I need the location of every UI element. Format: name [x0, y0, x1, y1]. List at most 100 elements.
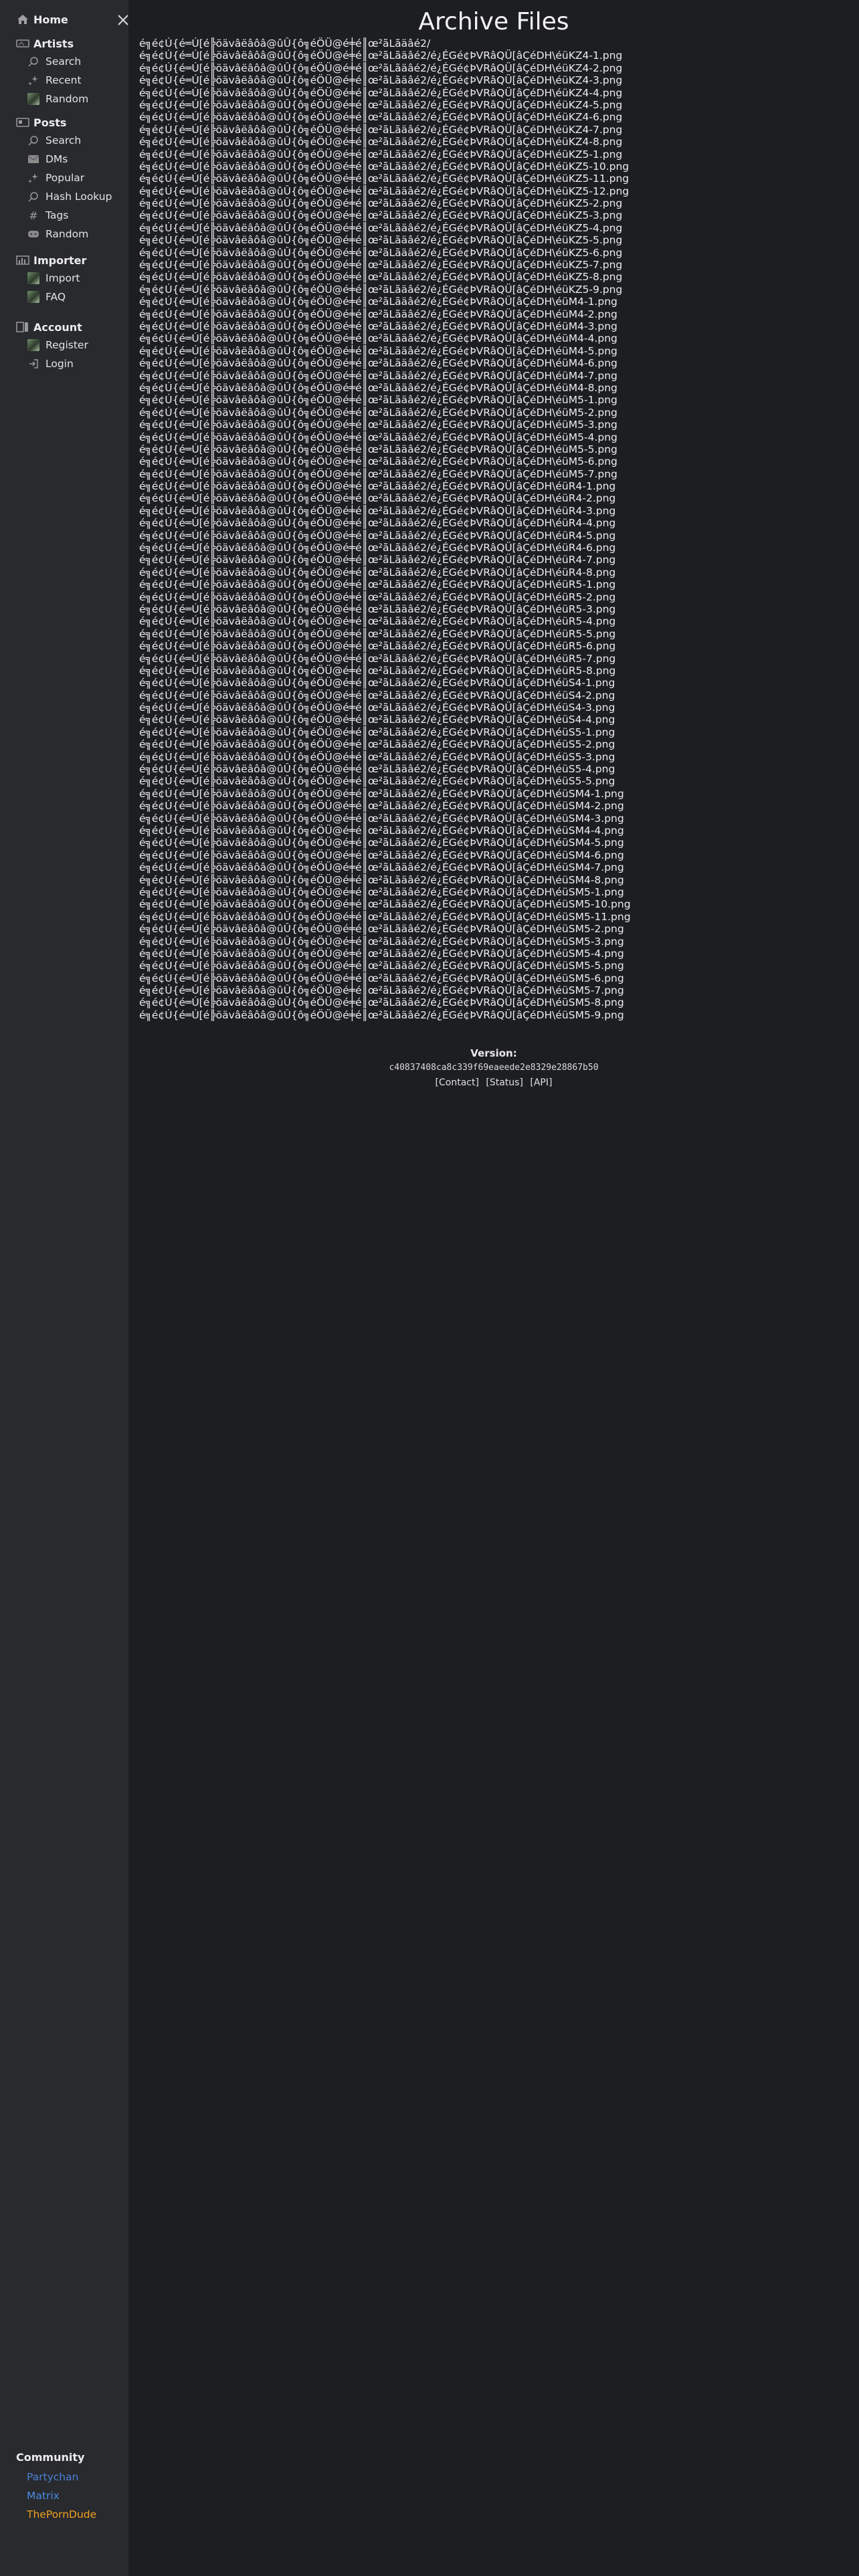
file-list-item: é╗é¢Ú{é═Ú[é╠öävâëâôâ@ûÛ{ô╗éÖÜ@é╪é║œ²ãLãä…: [139, 677, 615, 689]
file-list-item: é╗é¢Ú{é═Ú[é╠öävâëâôâ@ûÛ{ô╗éÖÜ@é╪é║œ²ãLãä…: [139, 431, 617, 443]
file-list-item: é╗é¢Ú{é═Ú[é╠öävâëâôâ@ûÛ{ô╗éÖÜ@é╪é║œ²ãLãä…: [139, 455, 617, 468]
section-header-posts: Posts: [0, 114, 128, 131]
close-icon[interactable]: [116, 13, 130, 27]
sidebar-item-importer-faq[interactable]: FAQ: [0, 288, 128, 306]
file-list-item: é╗é¢Ú{é═Ú[é╠öävâëâôâ@ûÛ{ô╗éÖÜ@é╪é║œ²ãLãä…: [139, 984, 624, 997]
posts-icon: [16, 117, 29, 128]
file-list-item: é╗é¢Ú{é═Ú[é╠öävâëâôâ@ûÛ{ô╗éÖÜ@é╪é║œ²ãLãä…: [139, 554, 616, 566]
file-list-item: é╗é¢Ú{é═Ú[é╠öävâëâôâ@ûÛ{ô╗éÖÜ@é╪é║œ²ãLãä…: [139, 381, 617, 394]
sidebar: Home Artists Search Recent Random Posts …: [0, 0, 128, 2576]
importer-icon: [16, 255, 29, 265]
file-list-item: é╗é¢Ú{é═Ú[é╠öävâëâôâ@ûÛ{ô╗éÖÜ@é╪é║œ²ãLãä…: [139, 812, 624, 825]
file-list-item: é╗é¢Ú{é═Ú[é╠öävâëâôâ@ûÛ{ô╗éÖÜ@é╪é║œ²ãLãä…: [139, 898, 631, 911]
community-link-theporndude[interactable]: ThePornDude: [0, 2505, 128, 2524]
sidebar-item-posts-dms[interactable]: DMs: [0, 150, 128, 169]
sidebar-item-account-register[interactable]: Register: [0, 336, 128, 354]
sidebar-item-artists-recent[interactable]: Recent: [0, 71, 128, 90]
file-list-item: é╗é¢Ú{é═Ú[é╠öävâëâôâ@ûÛ{ô╗éÖÜ@é╪é║œ²ãLãä…: [139, 443, 617, 455]
file-list-item: é╗é¢Ú{é═Ú[é╠öävâëâôâ@ûÛ{ô╗éÖÜ@é╪é║œ²ãLãä…: [139, 591, 616, 603]
sidebar-home[interactable]: Home: [0, 11, 145, 28]
sidebar-item-account-login[interactable]: Login: [0, 354, 128, 373]
version-hash: c40837408ca8c339f69eaeede2e8329e28867b50: [389, 1063, 599, 1073]
file-list-item: é╗é¢Ú{é═Ú[é╠öävâëâôâ@ûÛ{ô╗éÖÜ@é╪é║œ²ãLãä…: [139, 800, 624, 813]
account-icon: [16, 322, 29, 332]
file-list-item: é╗é¢Ú{é═Ú[é╠öävâëâôâ@ûÛ{ô╗éÖÜ@é╪é║œ²ãLãä…: [139, 406, 617, 419]
file-list-item: é╗é¢Ú{é═Ú[é╠öävâëâôâ@ûÛ{ô╗éÖÜ@é╪é║œ²ãLãä…: [139, 283, 623, 296]
file-list-item: é╗é¢Ú{é═Ú[é╠öävâëâôâ@ûÛ{ô╗éÖÜ@é╪é║œ²ãLãä…: [139, 726, 615, 738]
file-list-item: é╗é¢Ú{é═Ú[é╠öävâëâôâ@ûÛ{ô╗éÖÜ@é╪é║œ²ãLãä…: [139, 49, 623, 62]
file-list-item: é╗é¢Ú{é═Ú[é╠öävâëâôâ@ûÛ{ô╗éÖÜ@é╪é║œ²ãLãä…: [139, 935, 624, 948]
file-list-item: é╗é¢Ú{é═Ú[é╠öävâëâôâ@ûÛ{ô╗éÖÜ@é╪é║œ²ãLãä…: [139, 98, 623, 111]
sidebar-item-posts-popular[interactable]: Popular: [0, 169, 128, 187]
file-list-item: é╗é¢Ú{é═Ú[é╠öävâëâôâ@ûÛ{ô╗éÖÜ@é╪é║œ²ãLãä…: [139, 566, 616, 578]
file-list-item: é╗é¢Ú{é═Ú[é╠öävâëâôâ@ûÛ{ô╗éÖÜ@é╪é║œ²ãLãä…: [139, 234, 623, 247]
sidebar-item-posts-tags[interactable]: # Tags: [0, 206, 128, 225]
file-list-item: é╗é¢Ú{é═Ú[é╠öävâëâôâ@ûÛ{ô╗éÖÜ@é╪é║œ²ãLãä…: [139, 123, 623, 136]
file-list-item: é╗é¢Ú{é═Ú[é╠öävâëâôâ@ûÛ{ô╗éÖÜ@é╪é║œ²ãLãä…: [139, 160, 630, 173]
section-header-importer: Importer: [0, 251, 128, 269]
image-thumb-icon: [27, 272, 40, 284]
file-list-item: é╗é¢Ú{é═Ú[é╠öävâëâôâ@ûÛ{ô╗éÖÜ@é╪é║œ²ãLãä…: [139, 615, 616, 628]
file-list-item: é╗é¢Ú{é═Ú[é╠öävâëâôâ@ûÛ{ô╗éÖÜ@é╪é║œ²ãLãä…: [139, 542, 616, 554]
file-list-item: é╗é¢Ú{é═Ú[é╠öävâëâôâ@ûÛ{ô╗éÖÜ@é╪é║œ²ãLãä…: [139, 197, 623, 210]
artist-icon: [16, 38, 29, 49]
footer-link-contact[interactable]: [Contact]: [436, 1077, 479, 1088]
sidebar-item-artists-search[interactable]: Search: [0, 52, 128, 71]
file-list-item: é╗é¢Ú{é═Ú[é╠öävâëâôâ@ûÛ{ô╗éÖÜ@é╪é║œ²ãLãä…: [139, 652, 616, 665]
file-list-item: é╗é¢Ú{é═Ú[é╠öävâëâôâ@ûÛ{ô╗éÖÜ@é╪é║œ²ãLãä…: [139, 259, 623, 272]
file-list-item: é╗é¢Ú{é═Ú[é╠öävâëâôâ@ûÛ{ô╗éÖÜ@é╪é║œ²ãLãä…: [139, 357, 617, 370]
file-list-item: é╗é¢Ú{é═Ú[é╠öävâëâôâ@ûÛ{ô╗éÖÜ@é╪é║œ²ãLãä…: [139, 209, 623, 222]
sidebar-item-posts-random[interactable]: Random: [0, 225, 128, 243]
file-list-item: é╗é¢Ú{é═Ú[é╠öävâëâôâ@ûÛ{ô╗éÖÜ@é╪é║œ²ãLãä…: [139, 86, 623, 99]
sidebar-section-posts: Posts Search DMs Popular Hash Lookup # T…: [0, 114, 128, 243]
footer-link-api[interactable]: [API]: [530, 1077, 552, 1088]
community-link-matrix[interactable]: Matrix: [0, 2486, 128, 2505]
home-icon: [16, 14, 29, 25]
image-thumb-icon: [27, 339, 40, 351]
community-section: Community Partychan Matrix ThePornDude: [0, 2448, 128, 2524]
file-list-item: é╗é¢Ú{é═Ú[é╠öävâëâôâ@ûÛ{ô╗éÖÜ@é╪é║œ²ãLãä…: [139, 763, 615, 776]
sidebar-item-posts-search[interactable]: Search: [0, 131, 128, 150]
file-list-item: é╗é¢Ú{é═Ú[é╠öävâëâôâ@ûÛ{ô╗éÖÜ@é╪é║œ²ãLãä…: [139, 185, 630, 197]
sidebar-item-artists-random[interactable]: Random: [0, 90, 128, 108]
file-list-item: é╗é¢Ú{é═Ú[é╠öävâëâôâ@ûÛ{ô╗éÖÜ@é╪é║œ²ãLãä…: [139, 603, 616, 615]
file-list-item: é╗é¢Ú{é═Ú[é╠öävâëâôâ@ûÛ{ô╗éÖÜ@é╪é║œ²ãLãä…: [139, 689, 615, 702]
image-thumb-icon: [27, 93, 40, 105]
file-list-item: é╗é¢Ú{é═Ú[é╠öävâëâôâ@ûÛ{ô╗éÖÜ@é╪é║œ²ãLãä…: [139, 308, 617, 320]
search-icon: [27, 191, 40, 203]
archive-file-list: é╗é¢Ú{é═Ú[é╠öävâëâôâ@ûÛ{ô╗éÖÜ@é╪é║œ²ãLãä…: [139, 37, 848, 1021]
login-icon: [27, 358, 40, 370]
file-list-item: é╗é¢Ú{é═Ú[é╠öävâëâôâ@ûÛ{ô╗éÖÜ@é╪é║œ²ãLãä…: [139, 504, 616, 517]
mail-icon: [27, 153, 40, 165]
file-list-item: é╗é¢Ú{é═Ú[é╠öävâëâôâ@ûÛ{ô╗éÖÜ@é╪é║œ²ãLãä…: [139, 714, 615, 726]
file-list-item: é╗é¢Ú{é═Ú[é╠öävâëâôâ@ûÛ{ô╗éÖÜ@é╪é║œ²ãLãä…: [139, 578, 616, 591]
footer-links: [Contact] [Status] [API]: [128, 1075, 859, 1090]
file-list-item: é╗é¢Ú{é═Ú[é╠öävâëâôâ@ûÛ{ô╗éÖÜ@é╪é║œ²ãLãä…: [139, 972, 624, 984]
file-list-item: é╗é¢Ú{é═Ú[é╠öävâëâôâ@ûÛ{ô╗éÖÜ@é╪é║œ²ãLãä…: [139, 923, 624, 936]
file-list-item: é╗é¢Ú{é═Ú[é╠öävâëâôâ@ûÛ{ô╗éÖÜ@é╪é║œ²ãLãä…: [139, 37, 431, 49]
community-link-partychan[interactable]: Partychan: [0, 2468, 128, 2486]
file-list-item: é╗é¢Ú{é═Ú[é╠öävâëâôâ@ûÛ{ô╗éÖÜ@é╪é║œ²ãLãä…: [139, 1008, 624, 1021]
file-list-item: é╗é¢Ú{é═Ú[é╠öävâëâôâ@ûÛ{ô╗éÖÜ@é╪é║œ²ãLãä…: [139, 480, 616, 493]
file-list-item: é╗é¢Ú{é═Ú[é╠öävâëâôâ@ûÛ{ô╗éÖÜ@é╪é║œ²ãLãä…: [139, 394, 617, 407]
file-list-item: é╗é¢Ú{é═Ú[é╠öävâëâôâ@ûÛ{ô╗éÖÜ@é╪é║œ²ãLãä…: [139, 517, 616, 530]
footer-link-status[interactable]: [Status]: [486, 1077, 523, 1088]
file-list-item: é╗é¢Ú{é═Ú[é╠öävâëâôâ@ûÛ{ô╗éÖÜ@é╪é║œ²ãLãä…: [139, 529, 616, 542]
main-content: Archive Files é╗é¢Ú{é═Ú[é╠öävâëâôâ@ûÛ{ô╗…: [128, 0, 859, 2576]
file-list-item: é╗é¢Ú{é═Ú[é╠öävâëâôâ@ûÛ{ô╗éÖÜ@é╪é║œ²ãLãä…: [139, 861, 624, 874]
file-list-item: é╗é¢Ú{é═Ú[é╠öävâëâôâ@ûÛ{ô╗éÖÜ@é╪é║œ²ãLãä…: [139, 787, 624, 800]
file-list-item: é╗é¢Ú{é═Ú[é╠öävâëâôâ@ûÛ{ô╗éÖÜ@é╪é║œ²ãLãä…: [139, 369, 617, 382]
sidebar-item-importer-import[interactable]: Import: [0, 269, 128, 288]
file-list-item: é╗é¢Ú{é═Ú[é╠öävâëâôâ@ûÛ{ô╗éÖÜ@é╪é║œ²ãLãä…: [139, 627, 616, 640]
sidebar-item-posts-hash-lookup[interactable]: Hash Lookup: [0, 187, 128, 206]
file-list-item: é╗é¢Ú{é═Ú[é╠öävâëâôâ@ûÛ{ô╗éÖÜ@é╪é║œ²ãLãä…: [139, 332, 617, 345]
file-list-item: é╗é¢Ú{é═Ú[é╠öävâëâôâ@ûÛ{ô╗éÖÜ@é╪é║œ²ãLãä…: [139, 885, 624, 898]
file-list-item: é╗é¢Ú{é═Ú[é╠öävâëâôâ@ûÛ{ô╗éÖÜ@é╪é║œ²ãLãä…: [139, 849, 624, 861]
home-label: Home: [33, 13, 68, 26]
sidebar-section-account: Account Register Login: [0, 318, 128, 373]
file-list-item: é╗é¢Ú{é═Ú[é╠öävâëâôâ@ûÛ{ô╗éÖÜ@é╪é║œ²ãLãä…: [139, 996, 624, 1009]
file-list-item: é╗é¢Ú{é═Ú[é╠öävâëâôâ@ûÛ{ô╗éÖÜ@é╪é║œ²ãLãä…: [139, 750, 615, 763]
file-list-item: é╗é¢Ú{é═Ú[é╠öävâëâôâ@ûÛ{ô╗éÖÜ@é╪é║œ²ãLãä…: [139, 148, 623, 160]
file-list-item: é╗é¢Ú{é═Ú[é╠öävâëâôâ@ûÛ{ô╗éÖÜ@é╪é║œ²ãLãä…: [139, 74, 623, 87]
file-list-item: é╗é¢Ú{é═Ú[é╠öävâëâôâ@ûÛ{ô╗éÖÜ@é╪é║œ²ãLãä…: [139, 960, 624, 972]
